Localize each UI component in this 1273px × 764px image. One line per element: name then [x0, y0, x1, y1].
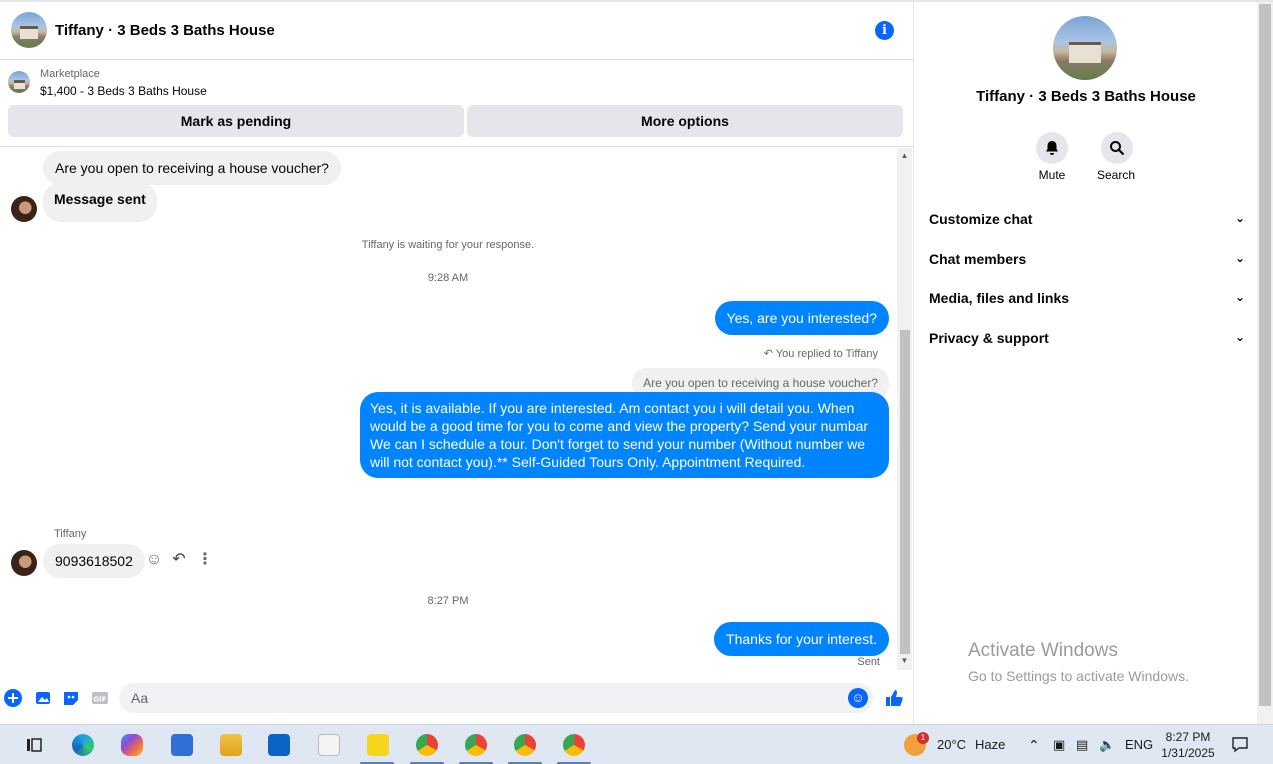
chat-info-pane: Tiffany · 3 Beds 3 Baths House Mute Sear… [915, 2, 1257, 724]
page-scrollbar-thumb[interactable] [1259, 4, 1271, 706]
watermark-title: Activate Windows [968, 640, 1118, 661]
scroll-up-arrow[interactable]: ▲ [899, 151, 910, 161]
chrome-icon[interactable] [563, 734, 585, 756]
more-actions-icon[interactable]: ⋮ [196, 551, 214, 569]
store-icon[interactable] [171, 734, 193, 756]
paint-icon[interactable] [318, 734, 340, 756]
sticky-notes-icon[interactable] [367, 734, 389, 756]
chevron-down-icon: ⌄ [1234, 330, 1245, 344]
section-privacy-support[interactable]: Privacy & support ⌄ [929, 330, 1245, 346]
section-media-files-links[interactable]: Media, files and links ⌄ [929, 290, 1245, 306]
chevron-down-icon: ⌄ [1234, 251, 1245, 265]
timestamp: 9:28 AM [427, 272, 469, 284]
task-view-icon[interactable] [23, 734, 45, 756]
emoji-icon[interactable]: ☺ [848, 688, 868, 708]
sticker-icon[interactable] [61, 688, 81, 708]
delivery-status: Sent [857, 656, 880, 668]
react-icon[interactable]: ☺ [145, 551, 163, 569]
search-label: Search [1096, 168, 1136, 182]
listing-category: Marketplace [40, 68, 100, 80]
svg-text:GIF: GIF [93, 696, 106, 704]
waiting-notice: Tiffany is waiting for your response. [361, 239, 535, 251]
watermark-subtitle: Go to Settings to activate Windows. [968, 668, 1189, 684]
photo-icon[interactable] [33, 688, 53, 708]
outlook-icon[interactable] [268, 734, 290, 756]
timestamp: 8:27 PM [427, 595, 469, 607]
mute-label: Mute [1038, 168, 1066, 182]
volume-icon[interactable]: 🔈 [1099, 725, 1115, 764]
clock-time: 8:27 PM [1165, 730, 1211, 744]
sender-avatar[interactable] [11, 550, 37, 576]
message-scrollbar-thumb[interactable] [900, 330, 910, 654]
like-icon[interactable] [884, 688, 904, 708]
sender-name: Tiffany [54, 528, 87, 540]
chevron-up-icon[interactable]: ⌃ [1028, 725, 1040, 764]
outgoing-message[interactable]: Thanks for your interest. [714, 622, 889, 656]
chrome-icon[interactable] [514, 734, 536, 756]
conversation-avatar[interactable] [11, 12, 47, 48]
replied-text: You replied to Tiffany [775, 348, 878, 360]
bell-icon [1046, 141, 1058, 155]
section-customize-chat[interactable]: Customize chat ⌄ [929, 211, 1245, 227]
network-icon[interactable]: ▤ [1076, 725, 1088, 764]
mute-button[interactable] [1036, 132, 1068, 164]
section-chat-members[interactable]: Chat members ⌄ [929, 251, 1245, 267]
message-input[interactable]: Aa [119, 683, 873, 713]
gif-icon[interactable]: GIF [90, 688, 110, 708]
section-label: Media, files and links [929, 290, 1070, 306]
chrome-icon[interactable] [416, 734, 438, 756]
replied-indicator: ↶ You replied to Tiffany [764, 347, 878, 360]
incoming-message[interactable]: Message sent [43, 182, 157, 222]
chat-header: Tiffany · 3 Beds 3 Baths House i [0, 2, 914, 60]
more-options-button[interactable]: More options [467, 105, 903, 137]
reply-icon: ↶ [763, 348, 773, 360]
outgoing-message[interactable]: Yes, are you interested? [714, 301, 889, 335]
profile-photo[interactable] [1053, 16, 1117, 80]
notification-icon[interactable] [1231, 735, 1249, 753]
edge-browser-icon[interactable] [72, 734, 94, 756]
reply-icon[interactable]: ↶ [170, 551, 188, 569]
file-explorer-icon[interactable] [220, 734, 242, 756]
copilot-icon[interactable] [121, 734, 143, 756]
chat-pane: Tiffany · 3 Beds 3 Baths House i Marketp… [0, 0, 914, 724]
taskbar: 1 20°C Haze ⌃ ▣ ▤ 🔈 ENG 8:27 PM 1/31/202… [0, 724, 1273, 764]
scroll-down-arrow[interactable]: ▼ [899, 656, 910, 666]
chrome-icon[interactable] [465, 734, 487, 756]
section-label: Chat members [929, 251, 1027, 267]
search-button[interactable] [1101, 132, 1133, 164]
info-icon[interactable]: i [875, 21, 894, 40]
chevron-down-icon: ⌄ [1234, 290, 1245, 304]
activate-windows-watermark: Activate Windows Go to Settings to activ… [968, 640, 1189, 684]
sender-avatar[interactable] [11, 196, 37, 222]
section-label: Privacy & support [929, 330, 1049, 346]
clock-date: 1/31/2025 [1161, 746, 1215, 760]
listing-title[interactable]: $1,400 - 3 Beds 3 Baths House [40, 84, 207, 98]
clock[interactable]: 8:27 PM 1/31/2025 [1160, 729, 1216, 761]
meet-now-icon[interactable]: ▣ [1053, 725, 1065, 764]
weather-badge: 1 [917, 732, 929, 744]
weather-desc[interactable]: Haze [975, 725, 1005, 764]
listing-banner: Marketplace $1,400 - 3 Beds 3 Baths Hous… [0, 61, 914, 147]
weather-temp[interactable]: 20°C [937, 725, 966, 764]
chevron-down-icon: ⌄ [1234, 211, 1245, 225]
info-title: Tiffany · 3 Beds 3 Baths House [976, 88, 1196, 105]
listing-thumbnail[interactable] [8, 71, 30, 93]
outgoing-message[interactable]: Yes, it is available. If you are interes… [360, 392, 889, 478]
language-indicator[interactable]: ENG [1125, 725, 1153, 764]
incoming-message[interactable]: 9093618502 [43, 544, 145, 578]
section-label: Customize chat [929, 211, 1033, 227]
composer: GIF Aa ☺ [0, 670, 914, 724]
message-list[interactable]: Are you open to receiving a house vouche… [0, 148, 896, 670]
search-icon [1110, 141, 1125, 156]
incoming-message[interactable]: Are you open to receiving a house vouche… [43, 151, 341, 185]
conversation-title[interactable]: Tiffany · 3 Beds 3 Baths House [55, 22, 275, 39]
mark-as-pending-button[interactable]: Mark as pending [8, 105, 464, 137]
plus-icon[interactable] [3, 688, 23, 708]
